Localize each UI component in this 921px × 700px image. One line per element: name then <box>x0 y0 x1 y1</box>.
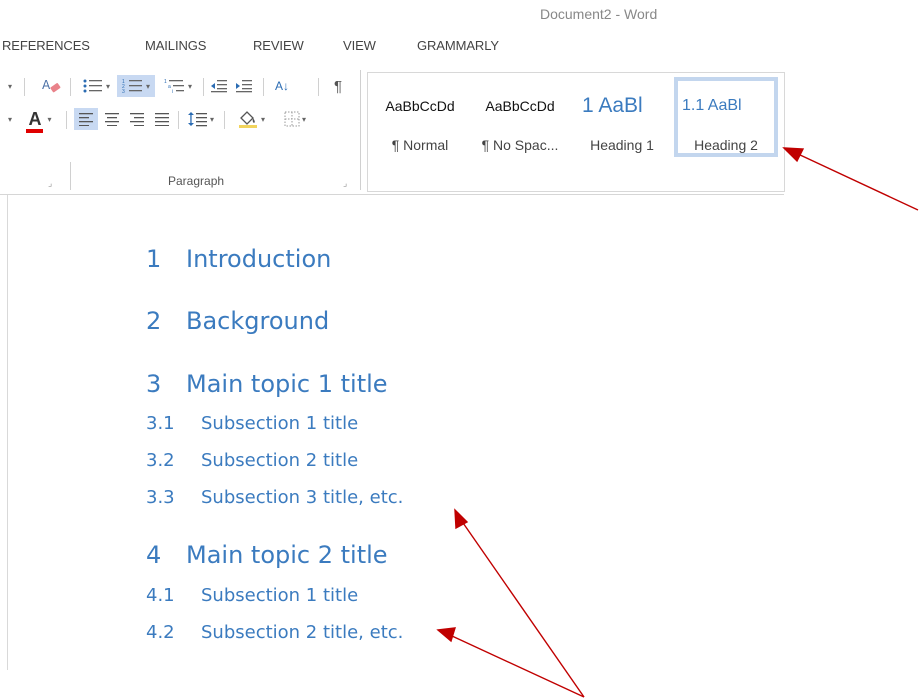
annotation-arrow-styles <box>797 153 919 211</box>
arrowhead <box>436 627 456 643</box>
annotation-arrow-subsection-3-3 <box>460 519 585 698</box>
annotation-arrows <box>436 147 919 698</box>
annotation-arrow-subsection-4-2 <box>451 635 585 698</box>
arrowhead <box>782 147 805 163</box>
